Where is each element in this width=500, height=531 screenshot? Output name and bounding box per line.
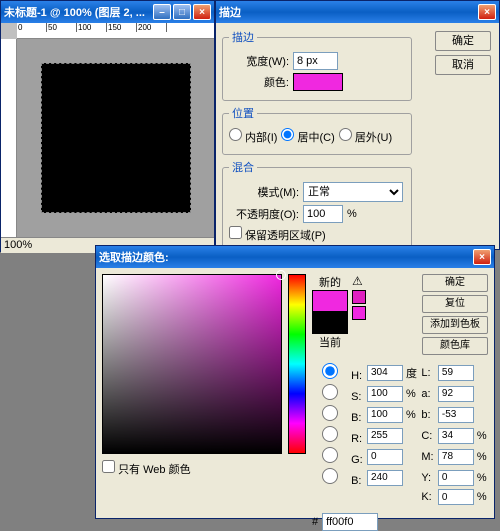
blend-legend: 混合 xyxy=(229,159,257,175)
picker-title: 选取描边颜色: xyxy=(99,249,169,265)
position-legend: 位置 xyxy=(229,105,257,121)
pos-inside-radio[interactable]: 内部(I) xyxy=(229,128,277,145)
y-input[interactable] xyxy=(438,470,474,486)
canvas-area[interactable] xyxy=(17,39,214,237)
mode-select[interactable]: 正常 xyxy=(303,182,403,202)
close-icon[interactable]: × xyxy=(473,249,491,265)
h-radio[interactable]: H: xyxy=(312,363,364,382)
g-radio[interactable]: G: xyxy=(312,447,364,466)
warning-swatch[interactable] xyxy=(352,290,366,304)
bl-radio[interactable]: B: xyxy=(312,468,364,487)
c-input[interactable] xyxy=(438,428,474,444)
blend-group: 混合 模式(M): 正常 不透明度(O): % 保留透明区域(P) xyxy=(222,159,412,253)
document-titlebar[interactable]: 未标题-1 @ 100% (图层 2, ... – □ × xyxy=(1,1,214,23)
a-label: a: xyxy=(421,388,435,400)
current-color-preview[interactable] xyxy=(312,312,348,334)
picker-ok-button[interactable]: 确定 xyxy=(422,274,488,292)
preserve-checkbox[interactable]: 保留透明区域(P) xyxy=(229,226,326,243)
m-input[interactable] xyxy=(438,449,474,465)
h-input[interactable] xyxy=(367,365,403,381)
warning-icon[interactable]: ⚠ xyxy=(352,274,363,288)
maximize-button[interactable]: □ xyxy=(173,4,191,20)
stroke-dialog: 描边 × 确定 取消 描边 宽度(W): 颜色: 位置 内部(I) 居中(C) xyxy=(215,0,500,250)
pos-outside-radio[interactable]: 居外(U) xyxy=(339,128,392,145)
stroke-title: 描边 xyxy=(219,4,241,20)
r-input[interactable] xyxy=(367,428,403,444)
web-only-checkbox[interactable]: 只有 Web 颜色 xyxy=(102,460,191,477)
close-icon[interactable]: × xyxy=(478,4,496,20)
stroke-color-swatch[interactable] xyxy=(293,73,343,91)
y-label: Y: xyxy=(421,472,435,484)
saturation-value-field[interactable] xyxy=(102,274,282,454)
opacity-unit: % xyxy=(347,208,357,220)
minimize-button[interactable]: – xyxy=(153,4,171,20)
current-label: 当前 xyxy=(319,334,341,350)
a-input[interactable] xyxy=(438,386,474,402)
document-body: 050100150200 100% xyxy=(1,23,214,253)
color-values-grid: H:度 L: S:% a: B:% b: R: C:% G: M:% B: Y:… xyxy=(312,363,488,505)
l-label: L: xyxy=(421,367,435,379)
document-window: 未标题-1 @ 100% (图层 2, ... – □ × 0501001502… xyxy=(0,0,215,252)
new-color-preview xyxy=(312,290,348,312)
s-input[interactable] xyxy=(367,386,403,402)
sv-cursor-icon xyxy=(276,270,286,280)
r-radio[interactable]: R: xyxy=(312,426,364,445)
k-input[interactable] xyxy=(438,489,474,505)
bl-input[interactable] xyxy=(367,470,403,486)
color-library-button[interactable]: 颜色库 xyxy=(422,337,488,355)
l-input[interactable] xyxy=(438,365,474,381)
picker-reset-button[interactable]: 复位 xyxy=(422,295,488,313)
stroke-titlebar[interactable]: 描边 × xyxy=(216,1,499,23)
ok-button[interactable]: 确定 xyxy=(435,31,491,51)
color-label: 颜色: xyxy=(229,74,289,90)
m-label: M: xyxy=(421,451,435,463)
bv-input[interactable] xyxy=(367,407,403,423)
ruler-horizontal[interactable]: 050100150200 xyxy=(17,23,214,39)
opacity-label: 不透明度(O): xyxy=(229,206,299,222)
color-picker-dialog: 选取描边颜色: × 只有 Web 颜色 新的 当前 ⚠ xyxy=(95,245,495,519)
g-input[interactable] xyxy=(367,449,403,465)
close-button[interactable]: × xyxy=(193,4,211,20)
stroke-legend: 描边 xyxy=(229,29,257,45)
s-radio[interactable]: S: xyxy=(312,384,364,403)
websafe-swatch[interactable] xyxy=(352,306,366,320)
add-swatch-button[interactable]: 添加到色板 xyxy=(422,316,488,334)
canvas-selection[interactable] xyxy=(41,63,191,213)
c-label: C: xyxy=(421,430,435,442)
hex-label: # xyxy=(312,516,318,528)
ruler-vertical[interactable] xyxy=(1,39,17,237)
picker-titlebar[interactable]: 选取描边颜色: × xyxy=(96,246,494,268)
position-group: 位置 内部(I) 居中(C) 居外(U) xyxy=(222,105,412,155)
hex-input[interactable] xyxy=(322,513,378,531)
lab-b-input[interactable] xyxy=(438,407,474,423)
lab-b-label: b: xyxy=(421,409,435,421)
width-label: 宽度(W): xyxy=(229,53,289,69)
new-label: 新的 xyxy=(319,274,341,290)
document-title: 未标题-1 @ 100% (图层 2, ... xyxy=(4,4,145,20)
hue-slider[interactable] xyxy=(288,274,306,454)
zoom-level[interactable]: 100% xyxy=(4,239,32,251)
stroke-group: 描边 宽度(W): 颜色: xyxy=(222,29,412,101)
mode-label: 模式(M): xyxy=(229,184,299,200)
b-radio[interactable]: B: xyxy=(312,405,364,424)
opacity-input[interactable] xyxy=(303,205,343,223)
k-label: K: xyxy=(421,491,435,503)
pos-center-radio[interactable]: 居中(C) xyxy=(281,128,334,145)
width-input[interactable] xyxy=(293,52,338,70)
cancel-button[interactable]: 取消 xyxy=(435,55,491,75)
